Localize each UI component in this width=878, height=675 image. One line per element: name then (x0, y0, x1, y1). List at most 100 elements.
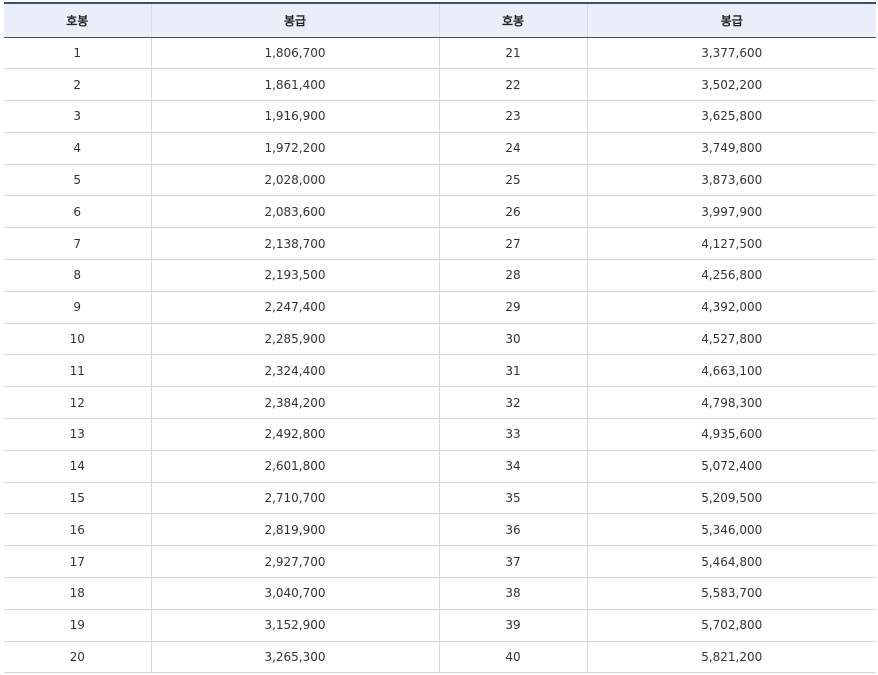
salary-right-cell: 3,873,600 (586, 164, 876, 197)
step-right-cell: 36 (438, 513, 588, 547)
step-left-cell: 12 (4, 386, 152, 420)
step-right-cell: 27 (438, 227, 588, 261)
header-row: 호봉 봉급 호봉 봉급 (4, 2, 876, 38)
salary-left-cell: 2,927,700 (150, 545, 440, 579)
step-right-cell: 26 (438, 195, 588, 229)
step-right-cell: 30 (438, 323, 588, 356)
salary-right-cell: 5,209,500 (586, 482, 876, 515)
table-row: 13 2,492,800 33 4,935,600 (4, 418, 876, 451)
salary-left-cell: 2,285,900 (150, 323, 440, 356)
table-row: 17 2,927,700 37 5,464,800 (4, 545, 876, 579)
step-right-cell: 23 (438, 100, 588, 133)
salary-step-table: 호봉 봉급 호봉 봉급 1 1,806,700 21 3,377,600 2 1,861,… (4, 2, 876, 674)
table-row: 10 2,285,900 30 4,527,800 (4, 323, 876, 356)
salary-table-container: 호봉 봉급 호봉 봉급 1 1,806,700 21 3,377,600 2 1,861,… (4, 2, 876, 674)
table-row: 16 2,819,900 36 5,346,000 (4, 513, 876, 547)
salary-left-cell: 3,265,300 (150, 641, 440, 674)
step-right-cell: 40 (438, 641, 588, 674)
table-header: 호봉 봉급 호봉 봉급 (4, 2, 876, 38)
salary-right-cell: 4,935,600 (586, 418, 876, 451)
salary-left-cell: 1,916,900 (150, 100, 440, 133)
salary-left-cell: 2,601,800 (150, 450, 440, 483)
table-row: 11 2,324,400 31 4,663,100 (4, 354, 876, 388)
step-right-cell: 31 (438, 354, 588, 388)
salary-right-cell: 4,127,500 (586, 227, 876, 261)
table-row: 14 2,601,800 34 5,072,400 (4, 450, 876, 483)
salary-right-cell: 5,464,800 (586, 545, 876, 579)
step-left-cell: 2 (4, 68, 152, 102)
salary-right-cell: 5,072,400 (586, 450, 876, 483)
salary-left-cell: 2,247,400 (150, 291, 440, 324)
salary-left-cell: 3,040,700 (150, 577, 440, 610)
table-row: 19 3,152,900 39 5,702,800 (4, 609, 876, 642)
salary-left-cell: 2,193,500 (150, 259, 440, 292)
step-right-cell: 28 (438, 259, 588, 292)
table-row: 6 2,083,600 26 3,997,900 (4, 195, 876, 229)
salary-right-cell: 3,625,800 (586, 100, 876, 133)
salary-left-cell: 2,492,800 (150, 418, 440, 451)
step-left-cell: 18 (4, 577, 152, 610)
step-right-cell: 29 (438, 291, 588, 324)
step-right-cell: 39 (438, 609, 588, 642)
step-left-cell: 14 (4, 450, 152, 483)
step-right-cell: 35 (438, 482, 588, 515)
step-left-cell: 3 (4, 100, 152, 133)
salary-left-cell: 2,138,700 (150, 227, 440, 261)
table-row: 12 2,384,200 32 4,798,300 (4, 386, 876, 420)
salary-left-cell: 2,384,200 (150, 386, 440, 420)
table-row: 18 3,040,700 38 5,583,700 (4, 577, 876, 610)
step-left-cell: 11 (4, 354, 152, 388)
table-row: 7 2,138,700 27 4,127,500 (4, 227, 876, 261)
step-left-cell: 9 (4, 291, 152, 324)
salary-left-cell: 2,710,700 (150, 482, 440, 515)
salary-left-cell: 1,972,200 (150, 132, 440, 165)
step-left-cell: 8 (4, 259, 152, 292)
salary-right-cell: 4,392,000 (586, 291, 876, 324)
table-row: 1 1,806,700 21 3,377,600 (4, 37, 876, 70)
step-right-cell: 24 (438, 132, 588, 165)
header-step-left: 호봉 (4, 2, 152, 38)
salary-left-cell: 2,028,000 (150, 164, 440, 197)
step-left-cell: 15 (4, 482, 152, 515)
salary-left-cell: 3,152,900 (150, 609, 440, 642)
step-right-cell: 22 (438, 68, 588, 102)
table-row: 4 1,972,200 24 3,749,800 (4, 132, 876, 165)
step-left-cell: 4 (4, 132, 152, 165)
step-left-cell: 7 (4, 227, 152, 261)
header-step-right: 호봉 (438, 2, 588, 38)
salary-right-cell: 4,663,100 (586, 354, 876, 388)
table-body: 1 1,806,700 21 3,377,600 2 1,861,400 22 3,502,2… (4, 37, 876, 674)
table-row: 8 2,193,500 28 4,256,800 (4, 259, 876, 292)
step-left-cell: 19 (4, 609, 152, 642)
header-salary-left: 봉급 (150, 2, 440, 38)
salary-right-cell: 4,798,300 (586, 386, 876, 420)
salary-left-cell: 2,819,900 (150, 513, 440, 547)
step-right-cell: 25 (438, 164, 588, 197)
salary-left-cell: 1,861,400 (150, 68, 440, 102)
salary-left-cell: 2,083,600 (150, 195, 440, 229)
step-right-cell: 37 (438, 545, 588, 579)
table-row: 20 3,265,300 40 5,821,200 (4, 641, 876, 674)
header-salary-right: 봉급 (586, 2, 876, 38)
step-left-cell: 6 (4, 195, 152, 229)
step-right-cell: 33 (438, 418, 588, 451)
step-right-cell: 32 (438, 386, 588, 420)
table-row: 3 1,916,900 23 3,625,800 (4, 100, 876, 133)
step-left-cell: 16 (4, 513, 152, 547)
salary-right-cell: 3,997,900 (586, 195, 876, 229)
step-left-cell: 5 (4, 164, 152, 197)
step-left-cell: 1 (4, 37, 152, 70)
salary-right-cell: 5,821,200 (586, 641, 876, 674)
step-right-cell: 34 (438, 450, 588, 483)
salary-right-cell: 5,346,000 (586, 513, 876, 547)
salary-left-cell: 2,324,400 (150, 354, 440, 388)
step-right-cell: 21 (438, 37, 588, 70)
step-left-cell: 10 (4, 323, 152, 356)
step-right-cell: 38 (438, 577, 588, 610)
salary-right-cell: 5,583,700 (586, 577, 876, 610)
step-left-cell: 13 (4, 418, 152, 451)
table-row: 15 2,710,700 35 5,209,500 (4, 482, 876, 515)
salary-right-cell: 4,527,800 (586, 323, 876, 356)
step-left-cell: 20 (4, 641, 152, 674)
table-row: 5 2,028,000 25 3,873,600 (4, 164, 876, 197)
